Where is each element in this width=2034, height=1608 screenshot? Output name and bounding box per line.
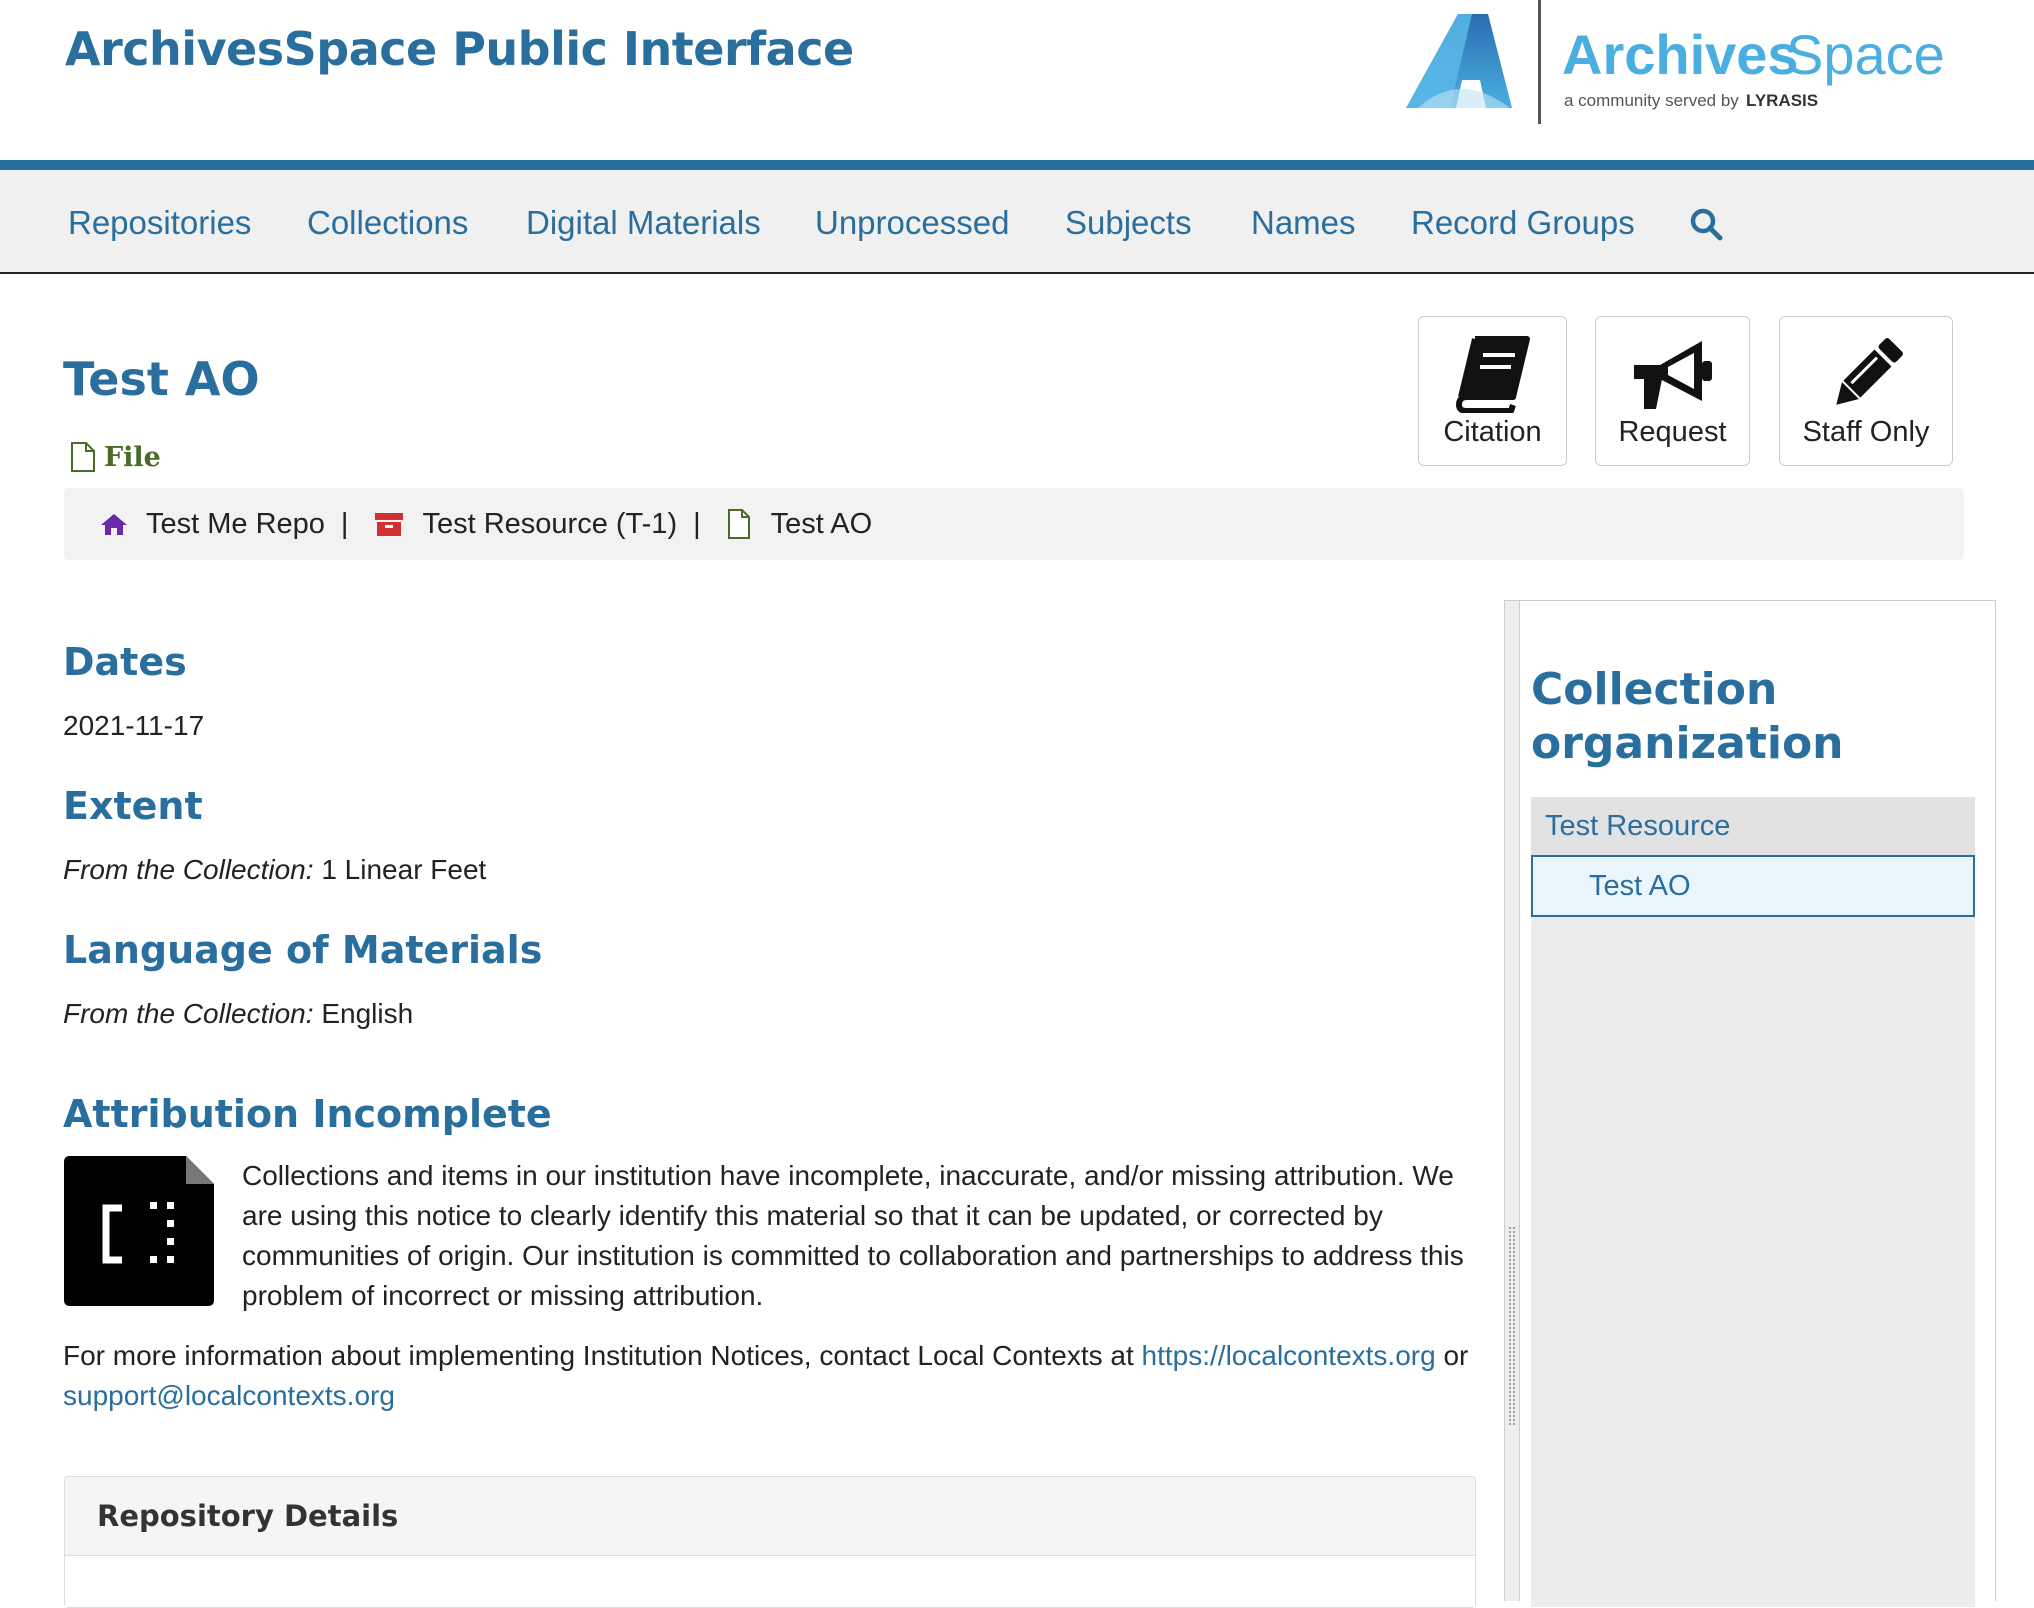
record-level-label: File (104, 441, 161, 473)
breadcrumb: Test Me Repo | Test Resource (T-1) | Tes… (64, 488, 1964, 560)
extent-value: From the Collection: 1 Linear Feet (63, 854, 486, 886)
nav-collections[interactable]: Collections (307, 204, 468, 242)
repository-details-body (65, 1556, 1475, 1607)
staff-only-label: Staff Only (1802, 416, 1930, 448)
extent-heading: Extent (63, 784, 203, 828)
sidebar-title: Collection organization (1531, 664, 1844, 769)
site-title-link[interactable]: ArchivesSpace Public Interface (65, 22, 854, 76)
breadcrumb-label: Test Resource (T-1) (422, 507, 678, 540)
language-value: From the Collection: English (63, 998, 413, 1030)
citation-button[interactable]: Citation (1418, 316, 1567, 466)
language-heading: Language of Materials (63, 928, 543, 972)
breadcrumb-label: Test AO (770, 507, 873, 540)
dates-heading: Dates (63, 640, 187, 684)
svg-text:LYRASIS: LYRASIS (1746, 91, 1818, 110)
bullhorn-icon (1633, 341, 1712, 409)
staff-only-button[interactable]: Staff Only (1779, 316, 1953, 466)
header-rule (0, 160, 2034, 170)
main-nav: Repositories Collections Digital Materia… (0, 170, 2034, 274)
repository-details-heading: Repository Details (97, 1499, 399, 1533)
site-header: ArchivesSpace Public Interface Archives … (0, 0, 2034, 160)
collection-tree: Test Resource Test AO (1531, 797, 1975, 1607)
repository-details-panel: Repository Details (64, 1476, 1476, 1608)
support-email-link[interactable]: support@localcontexts.org (63, 1380, 395, 1411)
citation-label: Citation (1443, 416, 1542, 448)
breadcrumb-item-repo[interactable]: Test Me Repo (100, 508, 325, 541)
nav-record-groups[interactable]: Record Groups (1411, 204, 1635, 242)
nav-names[interactable]: Names (1251, 204, 1356, 242)
breadcrumb-separator: | (693, 507, 701, 540)
file-icon (727, 509, 750, 539)
nav-digital-materials[interactable]: Digital Materials (526, 204, 761, 242)
svg-text:Archives: Archives (1562, 23, 1799, 86)
language-prefix: From the Collection: (63, 998, 314, 1029)
attribution-heading: Attribution Incomplete (63, 1092, 552, 1136)
attribution-incomplete-notice-icon (64, 1156, 214, 1306)
attribution-notice-text: Collections and items in our institution… (242, 1160, 1464, 1311)
book-icon (1455, 336, 1530, 413)
home-icon (101, 514, 127, 535)
sidebar-resize-handle[interactable] (1505, 601, 1520, 1601)
request-button[interactable]: Request (1595, 316, 1750, 466)
dates-value: 2021-11-17 (63, 710, 205, 741)
localcontexts-link[interactable]: https://localcontexts.org (1142, 1340, 1436, 1371)
tree-item-selected[interactable]: Test AO (1531, 855, 1975, 917)
collection-organization-sidebar: Collection organization Test Resource Te… (1504, 600, 1996, 1607)
breadcrumb-separator: | (340, 507, 349, 540)
language-text: English (313, 998, 414, 1029)
request-label: Request (1618, 416, 1727, 448)
archivesspace-logo[interactable]: Archives Space a community served by LYR… (1400, 0, 1960, 130)
extent-prefix: From the Collection: (63, 854, 314, 885)
search-icon[interactable] (1688, 206, 1724, 242)
breadcrumb-item-current: Test AO (727, 507, 873, 541)
extent-text: 1 Linear Feet (313, 854, 487, 885)
page-title: Test AO (63, 352, 260, 406)
record-level: File (70, 440, 161, 474)
nav-unprocessed[interactable]: Unprocessed (815, 204, 1009, 242)
attribution-more-info: For more information about implementing … (63, 1336, 1483, 1416)
svg-text:a community served by: a community served by (1564, 91, 1739, 110)
breadcrumb-item-resource[interactable]: Test Resource (T-1) (374, 508, 677, 541)
more-info-or: or (1435, 1340, 1469, 1371)
breadcrumb-label: Test Me Repo (146, 507, 325, 540)
pencil-icon (1836, 338, 1903, 405)
nav-repositories[interactable]: Repositories (68, 204, 251, 242)
more-info-text: For more information about implementing … (63, 1340, 1142, 1371)
tree-item-resource[interactable]: Test Resource (1531, 797, 1975, 855)
svg-text:Space: Space (1786, 23, 1945, 86)
nav-subjects[interactable]: Subjects (1065, 204, 1192, 242)
archive-box-icon (375, 513, 404, 536)
resize-grip-icon (1508, 1226, 1516, 1426)
file-icon (71, 442, 95, 472)
